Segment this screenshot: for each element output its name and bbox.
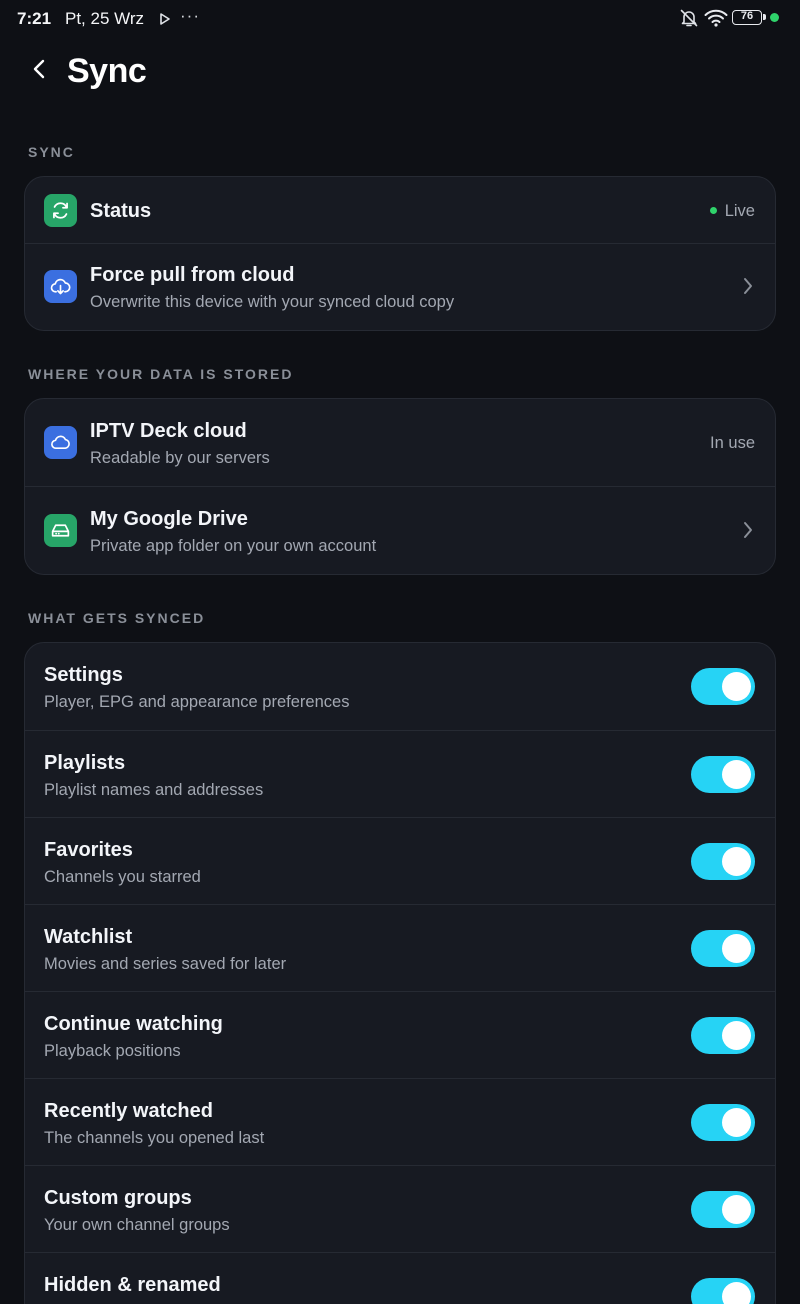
force-pull-title: Force pull from cloud <box>90 264 295 286</box>
settings-toggle[interactable] <box>691 668 755 705</box>
status-value: Live <box>724 202 755 220</box>
iptv-cloud-title: IPTV Deck cloud <box>90 420 247 442</box>
sync-item-subtitle: The channels you opened last <box>44 1129 265 1147</box>
sync-item-watchlist: Watchlist Movies and series saved for la… <box>25 905 775 992</box>
force-pull-subtitle: Overwrite this device with your synced c… <box>90 293 455 311</box>
play-arrow-icon <box>160 12 170 30</box>
google-drive-subtitle: Private app folder on your own account <box>90 537 377 555</box>
recently-watched-toggle[interactable] <box>691 1104 755 1141</box>
toggle-knob <box>722 1108 751 1137</box>
toggle-knob <box>722 1282 751 1304</box>
google-drive-row[interactable]: My Google Drive Private app folder on yo… <box>25 487 775 574</box>
hidden-renamed-toggle[interactable] <box>691 1278 755 1304</box>
sync-item-title: Playlists <box>44 752 126 774</box>
sync-item-subtitle: Channels you starred <box>44 868 201 886</box>
toggle-knob <box>722 847 751 876</box>
refresh-icon <box>44 194 77 227</box>
status-row: Status Live <box>25 177 775 244</box>
custom-groups-toggle[interactable] <box>691 1191 755 1228</box>
toggle-knob <box>722 672 751 701</box>
storage-card: IPTV Deck cloud Readable by our servers … <box>24 398 776 575</box>
section-label-synced: WHAT GETS SYNCED <box>28 610 206 626</box>
toggle-knob <box>722 934 751 963</box>
sync-item-subtitle: Your own channel groups <box>44 1216 230 1234</box>
battery-icon: 76 <box>732 10 766 25</box>
sync-item-title: Custom groups <box>44 1187 192 1209</box>
chevron-left-icon <box>33 59 45 79</box>
sync-item-subtitle: Playlist names and addresses <box>44 781 264 799</box>
section-label-storage: WHERE YOUR DATA IS STORED <box>28 366 294 382</box>
playlists-toggle[interactable] <box>691 756 755 793</box>
sync-item-recently-watched: Recently watched The channels you opened… <box>25 1079 775 1166</box>
status-date: Pt, 25 Wrz <box>65 9 145 28</box>
section-label-sync: SYNC <box>28 144 75 160</box>
toggle-knob <box>722 1195 751 1224</box>
bell-off-icon <box>679 8 699 33</box>
synced-card: Settings Player, EPG and appearance pref… <box>24 642 776 1304</box>
status-time: 7:21 <box>17 9 52 28</box>
sync-item-subtitle: Playback positions <box>44 1042 181 1060</box>
sync-item-title: Hidden & renamed <box>44 1274 221 1296</box>
page-title: Sync <box>67 52 147 90</box>
sync-item-custom-groups: Custom groups Your own channel groups <box>25 1166 775 1253</box>
wifi-icon <box>704 9 728 32</box>
sync-item-title: Watchlist <box>44 926 133 948</box>
status-bar: 7:21 Pt, 25 Wrz ··· 76 <box>0 0 800 38</box>
cloud-icon <box>44 426 77 459</box>
sync-item-subtitle: Player, EPG and appearance preferences <box>44 693 350 711</box>
iptv-cloud-subtitle: Readable by our servers <box>90 449 270 467</box>
sync-screen: 7:21 Pt, 25 Wrz ··· 76 Sync SYNC Status … <box>0 0 800 1304</box>
toggle-knob <box>722 1021 751 1050</box>
iptv-cloud-row[interactable]: IPTV Deck cloud Readable by our servers … <box>25 399 775 487</box>
sync-item-playlists: Playlists Playlist names and addresses <box>25 731 775 818</box>
google-drive-title: My Google Drive <box>90 508 248 530</box>
sync-card: Status Live Force pull from cloud Overwr… <box>24 176 776 331</box>
status-title: Status <box>90 200 152 222</box>
status-badge: Live <box>709 202 755 221</box>
continue-watching-toggle[interactable] <box>691 1017 755 1054</box>
back-button[interactable] <box>24 54 54 84</box>
more-notifications-icon: ··· <box>180 6 200 25</box>
sync-item-hidden-renamed: Hidden & renamed <box>25 1253 775 1304</box>
live-dot <box>709 207 717 215</box>
chevron-right-icon <box>743 277 753 300</box>
favorites-toggle[interactable] <box>691 843 755 880</box>
sync-item-favorites: Favorites Channels you starred <box>25 818 775 905</box>
sync-item-title: Continue watching <box>44 1013 223 1035</box>
sync-item-title: Settings <box>44 664 123 686</box>
sync-item-settings: Settings Player, EPG and appearance pref… <box>25 643 775 731</box>
toggle-knob <box>722 760 751 789</box>
battery-level: 76 <box>740 10 754 22</box>
sync-item-subtitle: Movies and series saved for later <box>44 955 287 973</box>
force-pull-row[interactable]: Force pull from cloud Overwrite this dev… <box>25 244 775 330</box>
cloud-download-icon <box>44 270 77 303</box>
chevron-right-icon <box>743 521 753 544</box>
sync-item-continue-watching: Continue watching Playback positions <box>25 992 775 1079</box>
privacy-indicator-dot <box>770 13 779 22</box>
watchlist-toggle[interactable] <box>691 930 755 967</box>
drive-icon <box>44 514 77 547</box>
sync-item-title: Recently watched <box>44 1100 213 1122</box>
iptv-cloud-in-use: In use <box>710 434 755 452</box>
sync-item-title: Favorites <box>44 839 133 861</box>
